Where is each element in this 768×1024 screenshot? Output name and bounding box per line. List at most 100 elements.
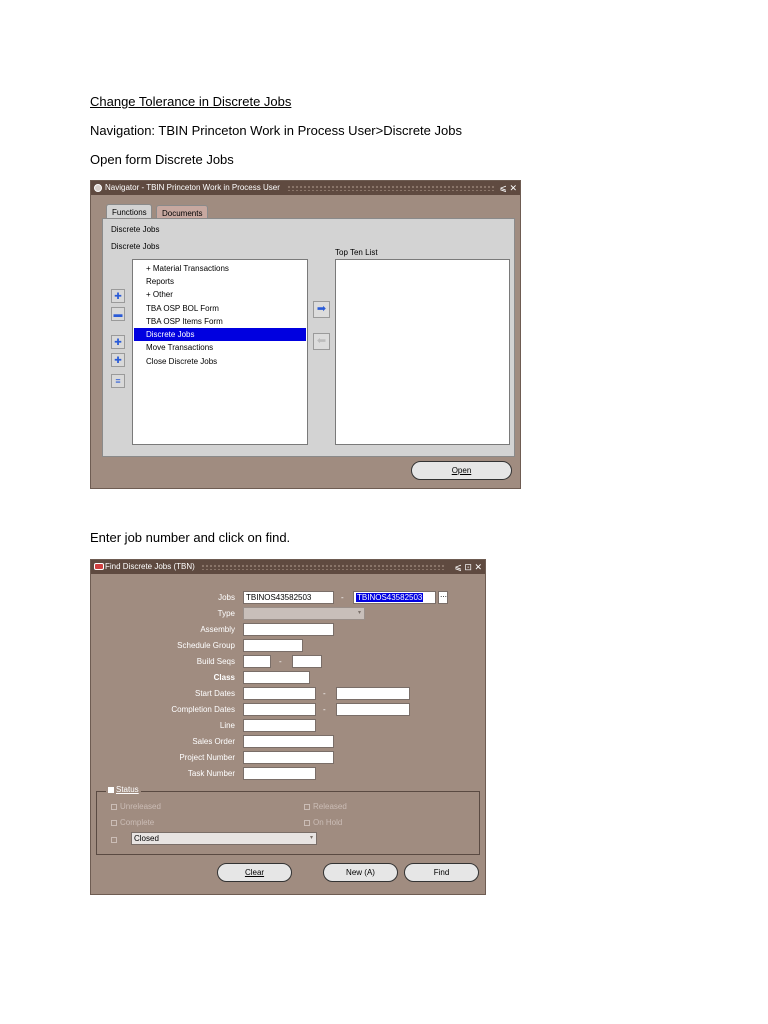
list-item-selected[interactable]: Discrete Jobs xyxy=(134,328,306,341)
current-function-path: Discrete Jobs xyxy=(111,242,160,251)
start-dates-from-field[interactable] xyxy=(243,687,316,700)
open-button[interactable]: Open xyxy=(411,461,512,480)
completion-dates-to-field[interactable] xyxy=(336,703,410,716)
expand-icon[interactable]: ✚ xyxy=(111,289,125,303)
list-item[interactable]: TBA OSP Items Form xyxy=(134,315,306,328)
assembly-label: Assembly xyxy=(200,625,235,634)
functions-panel: Discrete Jobs Discrete Jobs + Material T… xyxy=(102,218,515,457)
sales-order-label: Sales Order xyxy=(192,737,235,746)
checkbox-icon xyxy=(111,803,117,810)
expand-all-icon[interactable]: ✚ xyxy=(111,353,125,367)
on-hold-label: On Hold xyxy=(313,818,343,827)
navigator-window: Navigator - TBIN Princeton Work in Proce… xyxy=(90,180,521,489)
current-function-label: Discrete Jobs xyxy=(111,225,160,234)
oracle-app-icon xyxy=(94,563,104,570)
chevron-down-icon: ▾ xyxy=(357,610,361,616)
collapse-icon[interactable]: ▬ xyxy=(111,307,125,321)
window-controls[interactable]: ⩽ ✕ xyxy=(499,181,517,195)
navigation-instruction: Navigation: TBIN Princeton Work in Proce… xyxy=(90,123,462,138)
collapse-all-icon[interactable]: ≡ xyxy=(111,374,125,388)
titlebar-pattern xyxy=(201,564,445,570)
status-group: Status Unreleased Released Complete On H… xyxy=(96,785,480,855)
released-label: Released xyxy=(313,802,347,811)
checkbox-icon xyxy=(304,819,310,826)
unreleased-checkbox[interactable]: Unreleased xyxy=(111,802,161,811)
completion-dates-from-field[interactable] xyxy=(243,703,316,716)
complete-checkbox[interactable]: Complete xyxy=(111,818,154,827)
right-arrow-icon[interactable]: ➡ xyxy=(313,301,330,318)
class-label: Class xyxy=(213,673,235,682)
closed-value: Closed xyxy=(134,834,159,843)
jobs-from-value: TBINOS43582503 xyxy=(246,593,312,602)
jobs-from-field[interactable]: TBINOS43582503 xyxy=(243,591,334,604)
functions-list[interactable]: + Material Transactions Reports + Other … xyxy=(132,259,308,445)
schedule-group-field[interactable] xyxy=(243,639,303,652)
task-number-field[interactable] xyxy=(243,767,316,780)
list-item[interactable]: Close Discrete Jobs xyxy=(134,355,306,368)
start-dates-to-field[interactable] xyxy=(336,687,410,700)
closed-select[interactable]: Closed ▾ xyxy=(131,832,317,845)
find-titlebar: Find Discrete Jobs (TBN) ⩽ ⊡ ✕ xyxy=(91,560,485,574)
left-arrow-icon: ⬅ xyxy=(313,333,330,350)
task-number-label: Task Number xyxy=(187,769,235,778)
released-checkbox[interactable]: Released xyxy=(304,802,347,811)
build-seqs-dash: - xyxy=(279,657,282,666)
enter-job-instruction: Enter job number and click on find. xyxy=(90,530,291,545)
jobs-to-field[interactable]: TBINOS43582503 xyxy=(353,591,436,604)
oracle-app-icon xyxy=(94,184,102,192)
complete-label: Complete xyxy=(120,818,155,827)
build-seqs-label: Build Seqs xyxy=(196,657,235,666)
status-label: Status xyxy=(116,785,139,794)
navigator-titlebar: Navigator - TBIN Princeton Work in Proce… xyxy=(91,181,520,195)
type-select[interactable]: ▾ xyxy=(243,607,365,620)
ellipsis-icon[interactable]: ⋯ xyxy=(438,591,448,604)
top-ten-label: Top Ten List xyxy=(335,248,378,257)
find-discrete-jobs-window: Find Discrete Jobs (TBN) ⩽ ⊡ ✕ Jobs Type… xyxy=(90,559,486,895)
find-button-label: Find xyxy=(433,868,450,877)
list-item[interactable]: + Material Transactions xyxy=(134,262,306,275)
list-item[interactable]: Move Transactions xyxy=(134,341,306,354)
on-hold-checkbox[interactable]: On Hold xyxy=(304,818,342,827)
assembly-field[interactable] xyxy=(243,623,334,636)
start-dates-label: Start Dates xyxy=(194,689,235,698)
list-item[interactable]: Reports xyxy=(134,275,306,288)
clear-button[interactable]: Clear xyxy=(217,863,292,882)
unreleased-label: Unreleased xyxy=(120,802,161,811)
build-seqs-to-field[interactable] xyxy=(292,655,322,668)
checkbox-icon xyxy=(111,836,117,843)
schedule-group-label: Schedule Group xyxy=(177,641,235,650)
start-dates-dash: - xyxy=(323,689,326,698)
top-ten-list[interactable] xyxy=(335,259,510,445)
titlebar-pattern xyxy=(287,185,494,191)
completion-dates-label: Completion Dates xyxy=(171,705,235,714)
build-seqs-from-field[interactable] xyxy=(243,655,271,668)
find-button[interactable]: Find xyxy=(404,863,479,882)
jobs-range-dash: - xyxy=(341,593,344,602)
sales-order-field[interactable] xyxy=(243,735,334,748)
window-controls[interactable]: ⩽ ⊡ ✕ xyxy=(454,560,482,574)
expand-branch-icon[interactable]: ✚ xyxy=(111,335,125,349)
new-button[interactable]: New (A) xyxy=(323,863,398,882)
status-header[interactable]: Status xyxy=(106,785,141,794)
open-form-instruction: Open form Discrete Jobs xyxy=(90,152,234,167)
chevron-down-icon: ▾ xyxy=(309,835,313,841)
line-field[interactable] xyxy=(243,719,316,732)
jobs-label: Jobs xyxy=(218,593,235,602)
checkbox-icon xyxy=(111,819,117,826)
page-title: Change Tolerance in Discrete Jobs xyxy=(90,94,292,109)
completion-dates-dash: - xyxy=(323,705,326,714)
checkbox-icon xyxy=(304,803,310,810)
jobs-to-value: TBINOS43582503 xyxy=(356,593,424,602)
status-checkbox[interactable] xyxy=(108,786,114,793)
list-item[interactable]: + Other xyxy=(134,288,306,301)
closed-checkbox[interactable] xyxy=(111,835,120,844)
navigator-title: Navigator - TBIN Princeton Work in Proce… xyxy=(105,183,280,192)
class-field[interactable] xyxy=(243,671,310,684)
clear-button-label: Clear xyxy=(244,868,265,877)
line-label: Line xyxy=(219,721,235,730)
project-number-field[interactable] xyxy=(243,751,334,764)
type-label: Type xyxy=(217,609,235,618)
new-button-label: New (A) xyxy=(346,868,375,877)
find-title: Find Discrete Jobs (TBN) xyxy=(105,562,195,571)
list-item[interactable]: TBA OSP BOL Form xyxy=(134,302,306,315)
